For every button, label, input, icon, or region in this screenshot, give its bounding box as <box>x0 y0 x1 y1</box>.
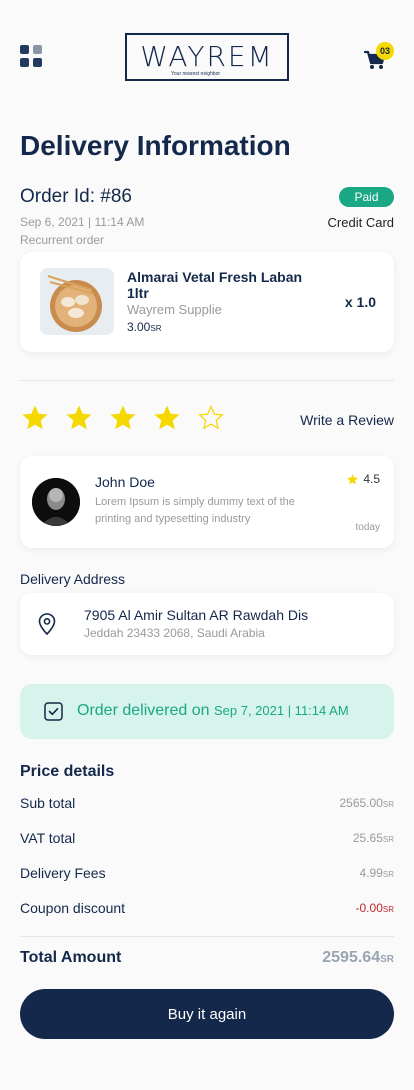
check-square-icon <box>44 702 63 721</box>
write-review-link[interactable]: Write a Review <box>300 412 394 428</box>
delivery-fees-value: 4.99SR <box>359 866 394 880</box>
rating-stars[interactable] <box>20 403 226 433</box>
delivered-date: Sep 7, 2021 | 11:14 AM <box>213 703 349 718</box>
address-line-1: 7905 Al Amir Sultan AR Rawdah Dis <box>84 607 309 623</box>
price-details-title: Price details <box>20 763 115 780</box>
order-delivered-banner: Order delivered on Sep 7, 2021 | 11:14 A… <box>20 684 394 739</box>
vat-value: 25.65SR <box>352 831 394 845</box>
logo-tagline: Your nearest neighbor <box>171 71 221 77</box>
review-card: John Doe Lorem Ipsum is simply dummy tex… <box>20 456 394 548</box>
product-supplier: Wayrem Supplie <box>127 302 222 317</box>
star-empty-icon[interactable] <box>196 403 226 433</box>
order-delivered-text: Order delivered on Sep 7, 2021 | 11:14 A… <box>77 702 349 719</box>
product-price: 3.00SR <box>127 320 162 334</box>
subtotal-value: 2565.00SR <box>339 796 394 810</box>
vat-label: VAT total <box>20 830 76 846</box>
avatar <box>32 478 80 526</box>
delivery-address-label: Delivery Address <box>20 571 126 587</box>
delivery-fees-label: Delivery Fees <box>20 865 106 881</box>
coupon-discount-value: -0.00SR <box>355 901 394 915</box>
logo-text: WAYREM <box>140 40 274 73</box>
star-icon <box>347 473 359 484</box>
payment-status-badge: Paid <box>339 187 394 207</box>
star-filled-icon[interactable] <box>64 403 94 433</box>
product-image <box>40 268 114 335</box>
buy-again-button[interactable]: Buy it again <box>20 989 394 1039</box>
review-text: Lorem Ipsum is simply dummy text of the … <box>95 496 295 525</box>
star-filled-icon[interactable] <box>108 403 138 433</box>
reviewer-name: John Doe <box>95 474 155 490</box>
review-rating: 4.5 <box>346 472 380 486</box>
menu-grid-icon[interactable] <box>20 45 42 67</box>
address-card[interactable]: 7905 Al Amir Sultan AR Rawdah Dis Jeddah… <box>20 593 394 655</box>
cart-count-badge: 03 <box>376 42 394 60</box>
order-date: Sep 6, 2021 | 11:14 AM <box>20 215 145 229</box>
divider <box>20 380 394 381</box>
address-line-2: Jeddah 23433 2068, Saudi Arabia <box>84 626 265 640</box>
payment-method: Credit Card <box>327 215 394 230</box>
subtotal-label: Sub total <box>20 795 76 811</box>
logo: WAYREM Your nearest neighbor <box>125 33 289 81</box>
product-card[interactable]: Almarai Vetal Fresh Laban 1ltr Wayrem Su… <box>20 252 394 352</box>
page-title: Delivery Information <box>20 130 291 161</box>
order-type: Recurrent order <box>20 233 105 247</box>
total-amount-label: Total Amount <box>20 949 122 966</box>
product-name: Almarai Vetal Fresh Laban 1ltr <box>127 269 303 301</box>
star-filled-icon[interactable] <box>20 403 50 433</box>
coupon-discount-label: Coupon discount <box>20 900 126 916</box>
review-rating-value: 4.5 <box>363 472 380 486</box>
star-filled-icon[interactable] <box>152 403 182 433</box>
total-amount-value: 2595.64SR <box>322 949 394 966</box>
divider <box>20 936 394 937</box>
review-time: today <box>355 522 380 533</box>
order-id: Order Id: #86 <box>20 186 132 207</box>
product-quantity: x 1.0 <box>344 294 376 310</box>
location-pin-icon <box>38 613 56 635</box>
